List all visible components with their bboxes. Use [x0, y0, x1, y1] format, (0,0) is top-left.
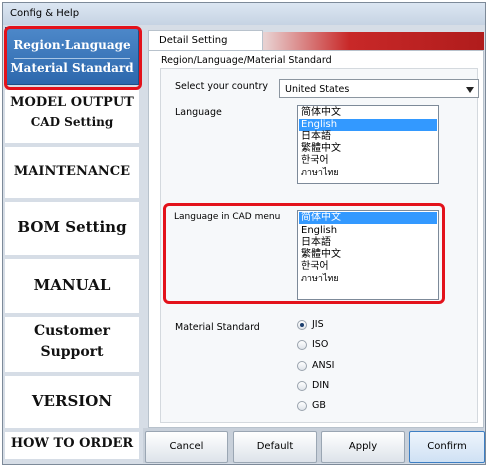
nav-model-output-line1: MODEL OUTPUT	[10, 95, 134, 110]
highlight-box-cad-language	[163, 203, 445, 304]
left-nav: Region·Language Material Standard MODEL …	[3, 25, 141, 459]
nav-bom-setting[interactable]: BOM Setting	[5, 202, 139, 255]
tab-detail-setting-label: Detail Setting	[159, 35, 228, 46]
confirm-button[interactable]: Confirm	[409, 431, 485, 463]
nav-manual[interactable]: MANUAL	[5, 259, 139, 313]
window-title: Config & Help	[10, 8, 80, 19]
nav-customer-support-line1: Customer	[33, 323, 111, 339]
nav-model-output[interactable]: MODEL OUTPUT CAD Setting	[5, 90, 139, 143]
section-label: Region/Language/Material Standard	[161, 55, 332, 66]
language-option[interactable]: 繁體中文	[299, 143, 437, 155]
country-select-value: United States	[285, 84, 350, 95]
nav-manual-label: MANUAL	[33, 276, 111, 294]
country-select[interactable]: United States	[279, 79, 479, 98]
material-standard-label: Material Standard	[175, 322, 260, 333]
radio-icon[interactable]	[297, 340, 307, 350]
tab-detail-setting[interactable]: Detail Setting	[148, 30, 263, 50]
radio-icon[interactable]	[297, 361, 307, 371]
radio-icon[interactable]	[297, 401, 307, 411]
language-listbox[interactable]: 简体中文 English 日本語 繁體中文 한국어 ภาษาไทย	[297, 105, 439, 184]
title-bar: Config & Help	[3, 3, 485, 25]
country-label: Select your country	[175, 81, 269, 92]
nav-bom-setting-label: BOM Setting	[17, 218, 127, 236]
language-option-selected[interactable]: English	[299, 119, 437, 131]
nav-customer-support-line2: Support	[40, 344, 104, 360]
nav-customer-support[interactable]: Customer Support	[5, 317, 139, 372]
nav-version[interactable]: VERSION	[5, 376, 139, 428]
radio-icon[interactable]	[297, 381, 307, 391]
nav-maintenance[interactable]: MAINTENANCE	[5, 147, 139, 198]
language-option[interactable]: 한국어	[299, 155, 437, 167]
language-label: Language	[175, 107, 222, 118]
nav-maintenance-label: MAINTENANCE	[13, 164, 131, 179]
highlight-box-nav	[4, 26, 142, 90]
nav-how-to-order-label: HOW TO ORDER	[10, 436, 134, 451]
chevron-down-icon[interactable]	[466, 87, 474, 93]
material-option-label: JIS	[312, 319, 324, 330]
language-option[interactable]: 简体中文	[299, 107, 437, 119]
language-option[interactable]: 日本語	[299, 131, 437, 143]
nav-model-output-line2: CAD Setting	[30, 115, 114, 129]
nav-how-to-order[interactable]: HOW TO ORDER	[5, 432, 139, 459]
language-option[interactable]: ภาษาไทย	[299, 167, 437, 179]
material-option-label: ISO	[312, 339, 329, 350]
material-option-label: GB	[312, 400, 326, 411]
radio-selected-icon[interactable]	[297, 320, 307, 330]
material-option-label: ANSI	[312, 360, 335, 371]
nav-version-label: VERSION	[31, 392, 113, 410]
default-button[interactable]: Default	[233, 431, 317, 463]
apply-button[interactable]: Apply	[321, 431, 405, 463]
material-option-label: DIN	[312, 380, 330, 391]
cancel-button[interactable]: Cancel	[145, 431, 228, 463]
